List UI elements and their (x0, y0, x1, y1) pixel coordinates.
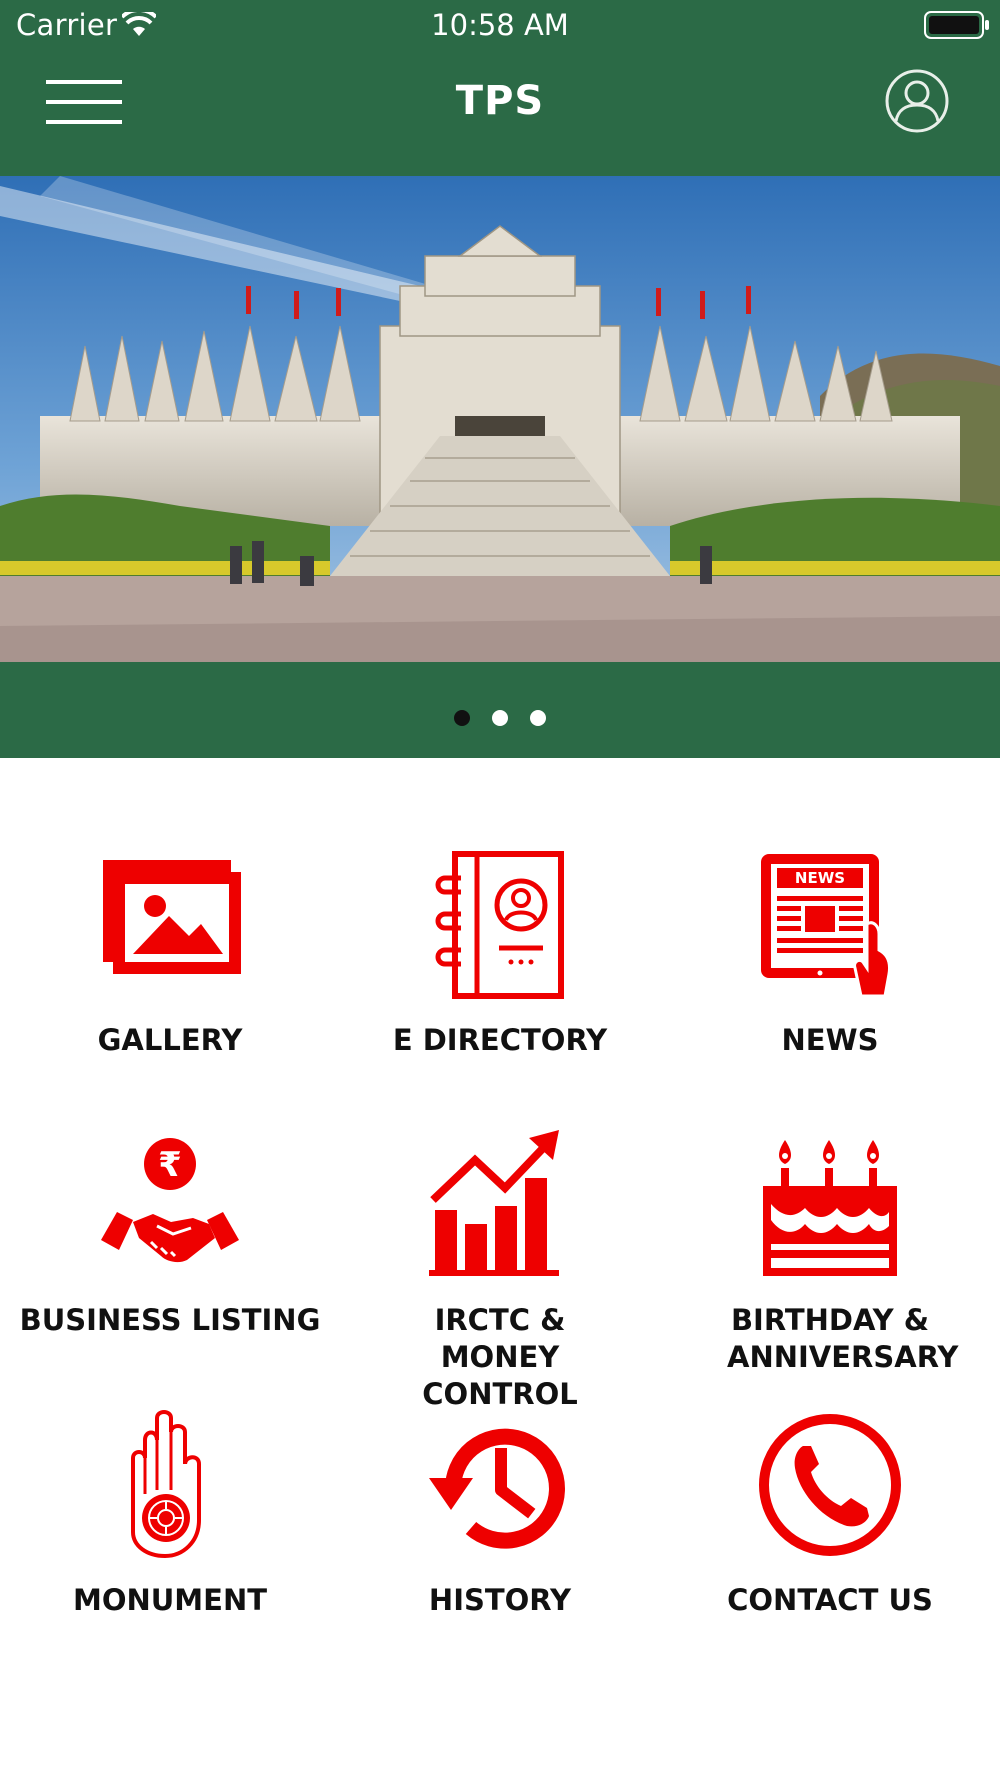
business-listing-tile[interactable]: ₹ BUSINESS LISTING (5, 1040, 335, 1340)
pager-dot-1[interactable] (454, 710, 470, 726)
pager-dot-2[interactable] (492, 710, 508, 726)
banner-pager (0, 710, 1000, 726)
irctc-money-control-tile[interactable]: IRCTC & MONEY CONTROL (335, 1040, 665, 1411)
monument-label: MONUMENT (72, 1583, 268, 1617)
pager-dot-3[interactable] (530, 710, 546, 726)
user-circle-icon[interactable] (884, 68, 950, 134)
gallery-tile[interactable]: GALLERY (5, 760, 335, 1060)
news-icon: NEWS (761, 854, 891, 998)
history-tile[interactable]: HISTORY (335, 1320, 665, 1620)
banner-carousel[interactable] (0, 154, 1000, 758)
ahimsa-hand-icon (131, 1410, 201, 1559)
menu-grid: GALLERY E DIRECTORY NEWS NEWS ₹ BUSINESS… (0, 760, 1000, 1760)
page-title: TPS (455, 78, 545, 124)
handshake-rupee-icon: ₹ (101, 1138, 239, 1263)
e-directory-tile[interactable]: E DIRECTORY (335, 760, 665, 1060)
monument-tile[interactable]: MONUMENT (5, 1320, 335, 1620)
rupee-symbol: ₹ (158, 1145, 182, 1185)
battery-icon (924, 11, 989, 39)
gallery-icon (103, 860, 241, 974)
contact-us-label: CONTACT US (727, 1583, 933, 1617)
nav-bar: TPS (0, 50, 1000, 156)
status-time: 10:58 AM (431, 8, 569, 42)
contact-us-tile[interactable]: CONTACT US (665, 1320, 995, 1620)
phone-icon (759, 1414, 901, 1556)
news-badge-text: NEWS (795, 869, 845, 887)
news-tile[interactable]: NEWS NEWS (665, 760, 995, 1060)
status-bar: Carrier 10:58 AM (0, 0, 1000, 50)
temple-banner-image (0, 176, 1000, 662)
growth-chart-icon (429, 1130, 559, 1276)
history-icon (429, 1428, 565, 1549)
directory-icon (435, 851, 564, 999)
cake-icon (763, 1140, 897, 1276)
history-label: HISTORY (428, 1583, 572, 1617)
birthday-anniversary-tile[interactable]: BIRTHDAY & ANNIVERSARY (665, 1040, 995, 1374)
